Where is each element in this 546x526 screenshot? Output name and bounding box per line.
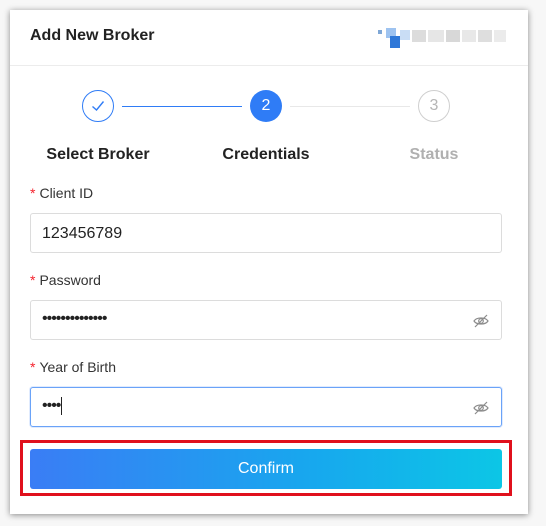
required-mark: * bbox=[30, 272, 36, 288]
dialog-title: Add New Broker bbox=[30, 27, 155, 44]
broker-logo bbox=[378, 26, 510, 50]
required-mark: * bbox=[30, 185, 36, 201]
step-label-select-broker: Select Broker bbox=[46, 146, 150, 163]
add-broker-dialog: Add New Broker 2 3 Select Broker Credent… bbox=[10, 10, 528, 514]
year-of-birth-label: * Year of Birth bbox=[30, 359, 116, 375]
step-connector-1 bbox=[122, 106, 242, 107]
password-label: * Password bbox=[30, 272, 101, 288]
client-id-value: 123456789 bbox=[42, 225, 123, 242]
required-mark: * bbox=[30, 359, 36, 375]
step-label-credentials: Credentials bbox=[222, 146, 310, 163]
step-2-circle: 2 bbox=[250, 90, 282, 122]
password-value: •••••••••••••• bbox=[42, 310, 107, 327]
text-caret bbox=[61, 397, 63, 415]
step-3-circle: 3 bbox=[418, 90, 450, 122]
password-input[interactable]: •••••••••••••• bbox=[30, 300, 502, 340]
eye-hidden-icon[interactable] bbox=[472, 312, 490, 330]
eye-hidden-icon[interactable] bbox=[472, 399, 490, 417]
year-of-birth-input[interactable]: •••• bbox=[30, 387, 502, 427]
dialog-header: Add New Broker bbox=[10, 10, 528, 66]
client-id-input[interactable]: 123456789 bbox=[30, 213, 502, 253]
step-label-status: Status bbox=[409, 146, 459, 163]
step-progress: 2 3 Select Broker Credentials Status bbox=[10, 90, 528, 163]
step-connector-2 bbox=[290, 106, 410, 107]
client-id-label: * Client ID bbox=[30, 185, 94, 201]
step-1-complete-circle bbox=[82, 90, 114, 122]
checkmark-icon bbox=[92, 101, 105, 112]
year-of-birth-value: •••• bbox=[42, 397, 63, 415]
confirm-highlight-box bbox=[20, 440, 512, 496]
